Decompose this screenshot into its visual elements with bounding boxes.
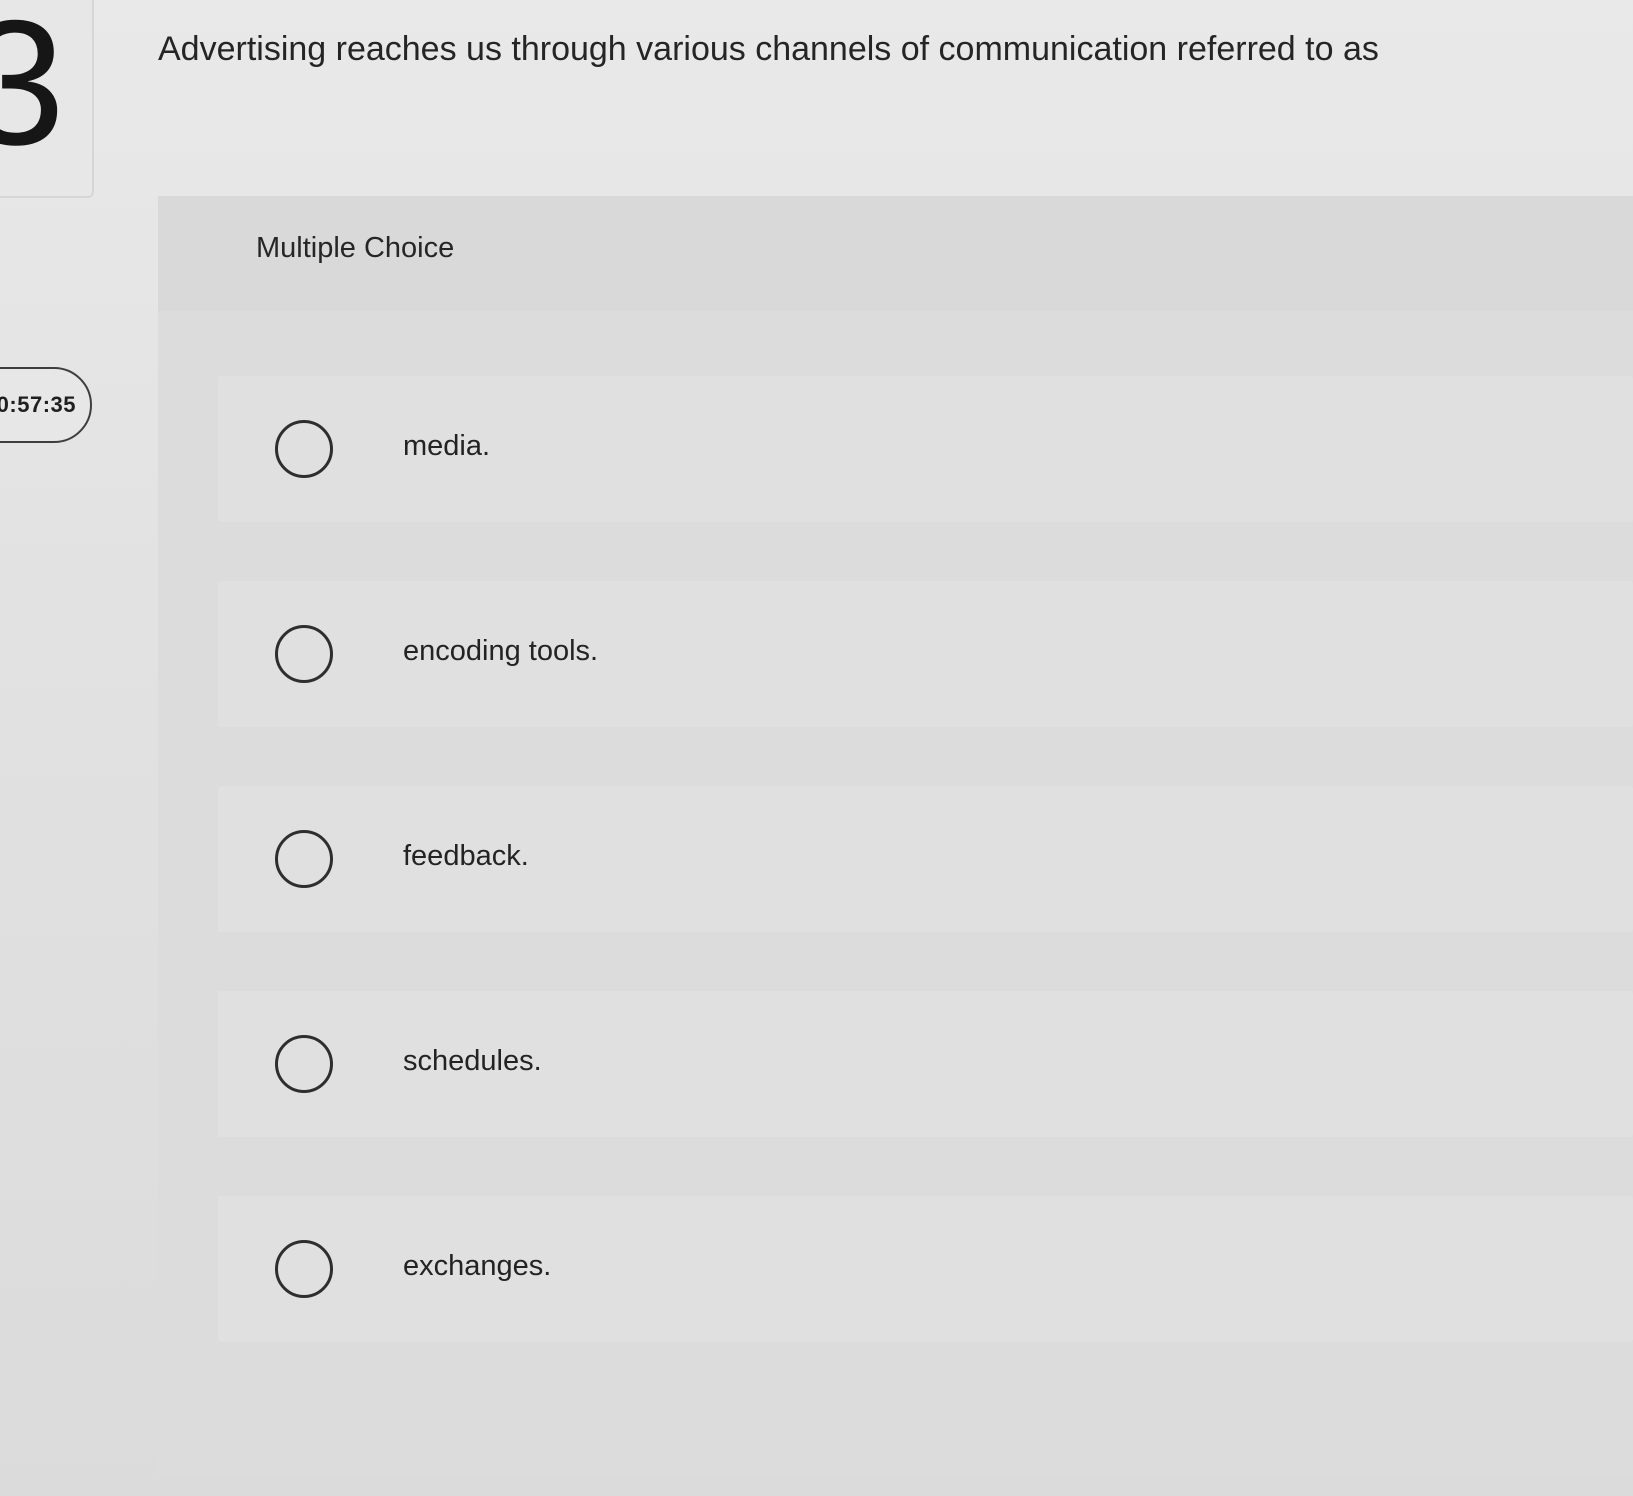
option-label: feedback.	[403, 840, 529, 872]
radio-button-icon[interactable]	[275, 830, 333, 888]
radio-button-icon[interactable]	[275, 625, 333, 683]
answer-option-encoding-tools[interactable]: encoding tools.	[218, 581, 1633, 727]
radio-button-icon[interactable]	[275, 1240, 333, 1298]
answer-option-media[interactable]: media.	[218, 376, 1633, 522]
answer-panel: Multiple Choice media. encoding tools. f…	[158, 196, 1633, 1476]
panel-header: Multiple Choice	[158, 196, 1633, 311]
option-label: encoding tools.	[403, 635, 599, 667]
answer-option-schedules[interactable]: schedules.	[218, 991, 1633, 1137]
timer-text: 0:57:35	[0, 392, 76, 417]
option-label: exchanges.	[403, 1250, 552, 1282]
question-type-label: Multiple Choice	[256, 232, 455, 264]
answer-option-feedback[interactable]: feedback.	[218, 786, 1633, 932]
answer-option-exchanges[interactable]: exchanges.	[218, 1196, 1633, 1342]
option-label: media.	[403, 430, 491, 462]
radio-button-icon[interactable]	[275, 420, 333, 478]
timer-badge[interactable]: 0:57:35	[0, 367, 92, 443]
question-number-card: 3	[0, 0, 94, 198]
radio-button-icon[interactable]	[275, 1035, 333, 1093]
question-number: 3	[0, 0, 65, 172]
option-label: schedules.	[403, 1045, 542, 1077]
question-text: Advertising reaches us through various c…	[158, 30, 1379, 68]
